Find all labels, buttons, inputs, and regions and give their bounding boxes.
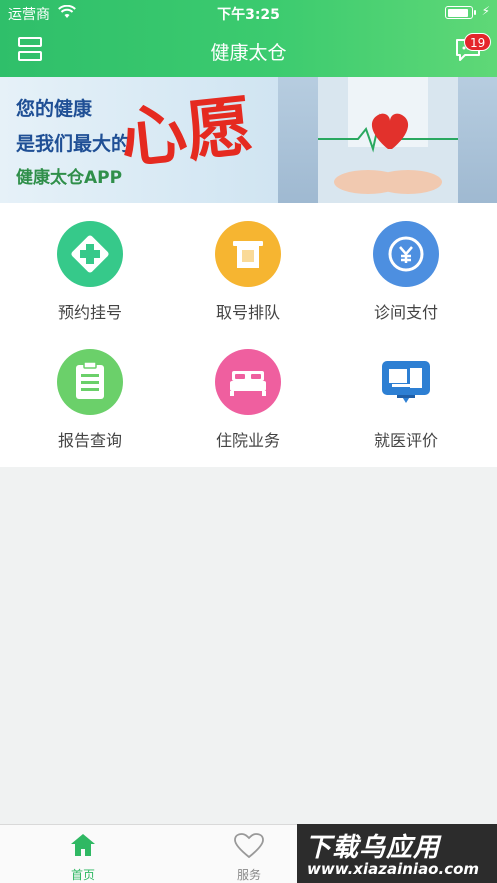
home-icon bbox=[71, 834, 95, 856]
message-badge: 19 bbox=[464, 33, 492, 51]
header: 运营商 下午3:25 ⚡ 健康太仓 19 bbox=[0, 0, 497, 77]
grid-item-payment[interactable]: 诊间支付 bbox=[326, 203, 486, 329]
battery-icon bbox=[445, 6, 476, 19]
grid-item-label: 预约挂号 bbox=[57, 303, 122, 322]
nav-bar: 健康太仓 19 bbox=[0, 24, 497, 77]
page-title: 健康太仓 bbox=[210, 42, 287, 64]
grid-item-inpatient[interactable]: 住院业务 bbox=[168, 331, 328, 457]
grid-item-label: 诊间支付 bbox=[373, 303, 438, 322]
medical-cross-icon bbox=[57, 221, 123, 287]
heart-icon bbox=[234, 833, 264, 859]
watermark-top: 下载乌应用 bbox=[305, 833, 441, 863]
grid-item-appointment[interactable]: 预约挂号 bbox=[10, 203, 170, 329]
bed-icon bbox=[215, 349, 281, 415]
banner-line-2: 是我们最大的 bbox=[16, 133, 131, 155]
monitor-review-icon bbox=[373, 349, 439, 415]
grid-item-queue[interactable]: 取号排队 bbox=[168, 203, 328, 329]
banner-brush-text: 心愿 bbox=[116, 86, 257, 178]
yuan-coin-icon bbox=[373, 221, 439, 287]
clipboard-icon bbox=[57, 349, 123, 415]
grid-item-label: 住院业务 bbox=[215, 431, 280, 450]
grid-item-label: 报告查询 bbox=[57, 431, 122, 450]
status-bar: 运营商 下午3:25 ⚡ bbox=[0, 0, 497, 24]
clock: 下午3:25 bbox=[217, 7, 280, 23]
watermark-bottom: www.xiazainiao.com bbox=[307, 860, 480, 878]
grid-item-label: 取号排队 bbox=[215, 303, 280, 322]
banner-line-3: 健康太仓APP bbox=[16, 168, 123, 188]
watermark: 下载乌应用 www.xiazainiao.com bbox=[297, 824, 497, 883]
grid-item-evaluation[interactable]: 就医评价 bbox=[326, 331, 486, 457]
grid-item-label: 就医评价 bbox=[373, 431, 438, 450]
tab-home-label: 首页 bbox=[70, 868, 95, 882]
charging-icon: ⚡ bbox=[481, 4, 490, 18]
grid-item-report[interactable]: 报告查询 bbox=[10, 331, 170, 457]
banner-line-1: 您的健康 bbox=[16, 98, 93, 120]
tab-home[interactable]: 首页 bbox=[0, 825, 166, 883]
ticket-icon bbox=[215, 221, 281, 287]
service-grid: 预约挂号 取号排队 诊间支付 报告查询 住院业务 就医评价 bbox=[0, 203, 497, 467]
hands-heart-image bbox=[278, 77, 497, 203]
promo-banner[interactable]: 您的健康 是我们最大的 健康太仓APP 心愿 bbox=[0, 77, 497, 203]
